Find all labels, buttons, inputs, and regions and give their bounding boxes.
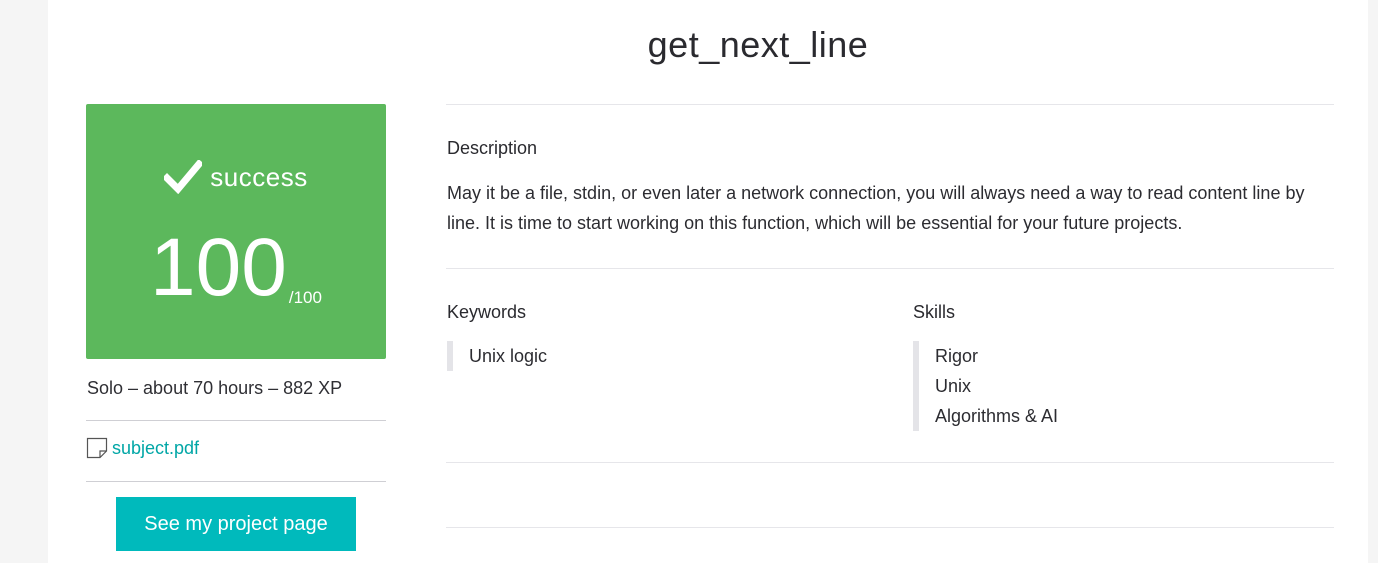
score-value: 100 [150, 222, 287, 313]
score-box: success 100 /100 [86, 104, 386, 359]
status-text: success [210, 161, 308, 192]
document-icon [86, 437, 108, 459]
keywords-list: Unix logic [447, 341, 547, 371]
divider [446, 462, 1334, 463]
see-project-page-button[interactable]: See my project page [116, 497, 356, 551]
attachment-label: subject.pdf [112, 437, 200, 458]
skill-item: Unix [935, 376, 972, 396]
status-row: success [86, 160, 386, 194]
score-row: 100 /100 [86, 222, 386, 314]
page-title: get_next_line [647, 24, 869, 65]
description-text: May it be a file, stdin, or even later a… [447, 183, 1305, 233]
divider [446, 268, 1334, 269]
skills-list: Rigor Unix Algorithms & AI [913, 341, 1058, 431]
description-heading: Description [447, 138, 538, 158]
skills-heading: Skills [913, 302, 956, 322]
subject-pdf-link[interactable]: subject.pdf [86, 437, 199, 459]
checkmark-icon [164, 160, 203, 194]
keywords-heading: Keywords [447, 302, 527, 322]
score-max: /100 [288, 288, 322, 307]
project-panel: get_next_line success 100 /100 Solo – ab… [48, 0, 1368, 563]
divider [86, 481, 386, 482]
project-meta: Solo – about 70 hours – 882 XP [87, 378, 343, 398]
divider [446, 104, 1334, 105]
skill-item: Algorithms & AI [935, 406, 1059, 426]
divider [86, 420, 386, 421]
divider [446, 527, 1334, 528]
skill-item: Rigor [935, 346, 979, 366]
keyword-item: Unix logic [469, 346, 548, 366]
